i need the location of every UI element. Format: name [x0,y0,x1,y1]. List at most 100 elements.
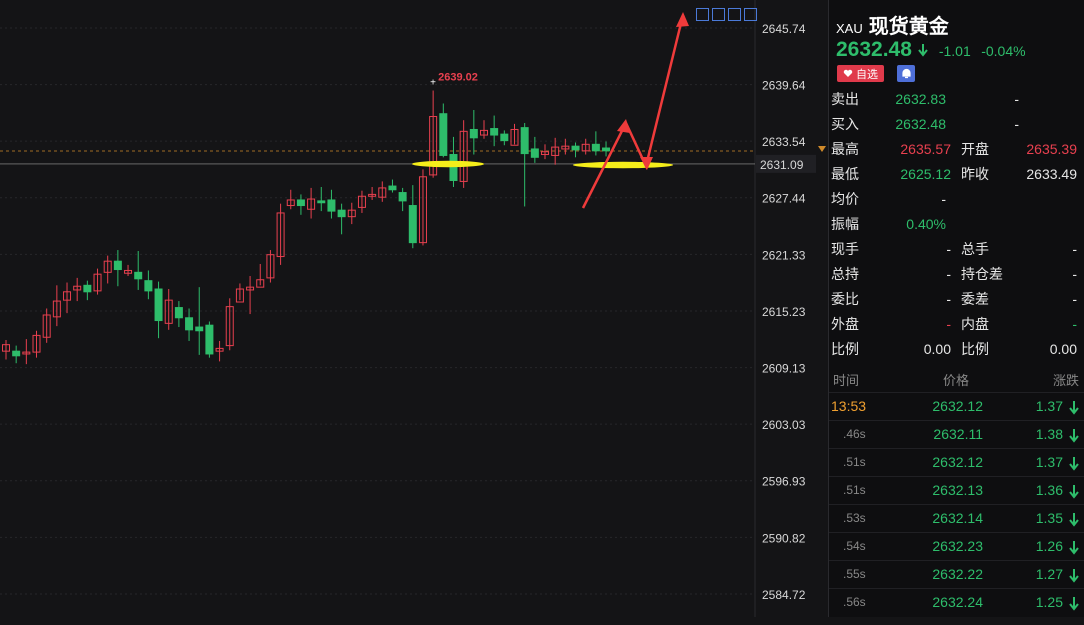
tick-price: 2632.23 [932,538,983,554]
quote-label: 昨收 [961,166,989,182]
quote-row: 总持 - 持仓差 - [831,262,1081,287]
quote-row: 均价 - [831,187,1081,212]
bell-icon [901,68,911,79]
candle-body [469,128,478,139]
quote-row: 买入 2632.48 - [831,112,1081,137]
tick-change: 1.26 [1035,538,1063,554]
y-tick-label: 2645.74 [762,22,806,36]
tick-change: 1.27 [1035,566,1063,582]
add-favorite-button[interactable]: 自选 [837,65,884,82]
symbol-code: XAU [836,21,863,36]
price-change-pct: -0.04% [981,43,1026,59]
tick-row: .51s 2632.13 1.36 [829,476,1084,504]
tick-price: 2632.12 [932,454,983,470]
candle-body [296,199,305,207]
candle-body [205,324,214,355]
y-tick-label: 2639.64 [762,79,806,93]
quote-value: - [941,191,946,207]
quote-row: 卖出 2632.83 - [831,87,1081,112]
candle-body [398,192,407,202]
tick-row: 13:53 2632.12 1.37 [829,392,1084,420]
quote-label: 总手 [961,241,989,257]
quote-value: - [946,266,951,282]
tick-time: .54s [843,539,866,553]
quote-label: 最高 [831,141,859,157]
tick-price: 2632.22 [932,566,983,582]
quote-label: 现手 [831,241,859,257]
tick-row: .54s 2632.23 1.26 [829,532,1084,560]
quote-label: 均价 [831,191,859,207]
y-tick-label: 2596.93 [762,475,806,489]
candle-body [154,288,163,322]
price-change: -1.01 [938,43,971,59]
tick-change: 1.35 [1035,510,1063,526]
tick-row: .55s 2632.22 1.27 [829,560,1084,588]
layout-tool-icon[interactable] [744,8,757,21]
quote-value: - [1014,116,1019,132]
favorite-label: 自选 [856,68,878,81]
candle-body [449,154,458,181]
candle-body [144,280,153,292]
tick-header-change: 涨跌 [1052,373,1079,388]
tick-row: .51s 2632.12 1.37 [829,448,1084,476]
candle-body [113,260,122,271]
quote-label: 内盘 [961,316,989,332]
y-tick-label: 2590.82 [762,531,806,545]
quote-value: - [1072,291,1077,307]
candle-body [337,209,346,218]
tick-change: 1.25 [1035,594,1063,610]
quote-label: 总持 [831,266,859,282]
quote-label: 外盘 [831,316,859,332]
quote-label: 最低 [831,166,859,182]
price-alert-button[interactable] [897,65,915,82]
quote-value: 0.00 [1049,341,1077,357]
ohlc-tool-icon[interactable] [712,8,725,21]
y-tick-label: 2603.03 [762,418,806,432]
tick-time: .46s [843,427,866,441]
tick-change: 1.37 [1035,454,1063,470]
tick-price: 2632.24 [932,594,983,610]
instrument-title: XAU 现货黄金 [836,10,949,39]
quote-panel: XAU 现货黄金 2632.48 -1.01 -0.04% 自选 卖出 2632.8… [828,0,1084,617]
candle-body [439,113,448,156]
quote-label: 比例 [961,341,989,357]
candle-body [185,317,194,331]
quote-row: 振幅 0.40% [831,212,1081,237]
tick-time: .53s [843,511,866,525]
quote-value: 0.00 [923,341,951,357]
quote-value: - [946,291,951,307]
down-arrow-icon [918,44,929,57]
candle-body [83,284,92,293]
last-price: 2632.48 [836,38,912,61]
y-tick-label: 2609.13 [762,362,806,376]
candle-body [174,307,183,319]
crosshair-tool-icon[interactable] [696,8,709,21]
quote-value: - [1072,241,1077,257]
candle-body [12,350,21,357]
candle-body [571,145,580,151]
y-tick-label: 2627.44 [762,192,806,206]
quote-label: 买入 [831,116,859,132]
quote-value: 2632.83 [895,91,946,107]
candle-body [317,200,326,204]
arrow-head [676,12,689,27]
tick-change: 1.37 [1035,398,1063,414]
quote-label: 委比 [831,291,859,307]
candle-body [388,185,397,191]
tick-header-time: 时间 [833,373,860,388]
candlestick-chart-area[interactable]: 2645.74 2639.64 2633.54 2627.44 2621.33 2615.… [0,0,828,617]
price-row: 2632.48 -1.01 -0.04% [836,38,1026,62]
tick-time: .55s [843,567,866,581]
candle-body [602,147,611,152]
quote-value: - [1014,91,1019,107]
y-tick-label: 2621.33 [762,248,806,262]
play-tool-icon[interactable] [728,8,741,21]
candle-body [134,271,143,280]
tick-price: 2632.12 [932,398,983,414]
quote-value: 2635.39 [1026,141,1077,157]
tick-time: .51s [843,455,866,469]
y-tick-label: 2633.54 [762,135,806,149]
candle-body [327,199,336,212]
quote-row: 比例 0.00 比例 0.00 [831,337,1081,362]
quote-label: 振幅 [831,216,859,232]
